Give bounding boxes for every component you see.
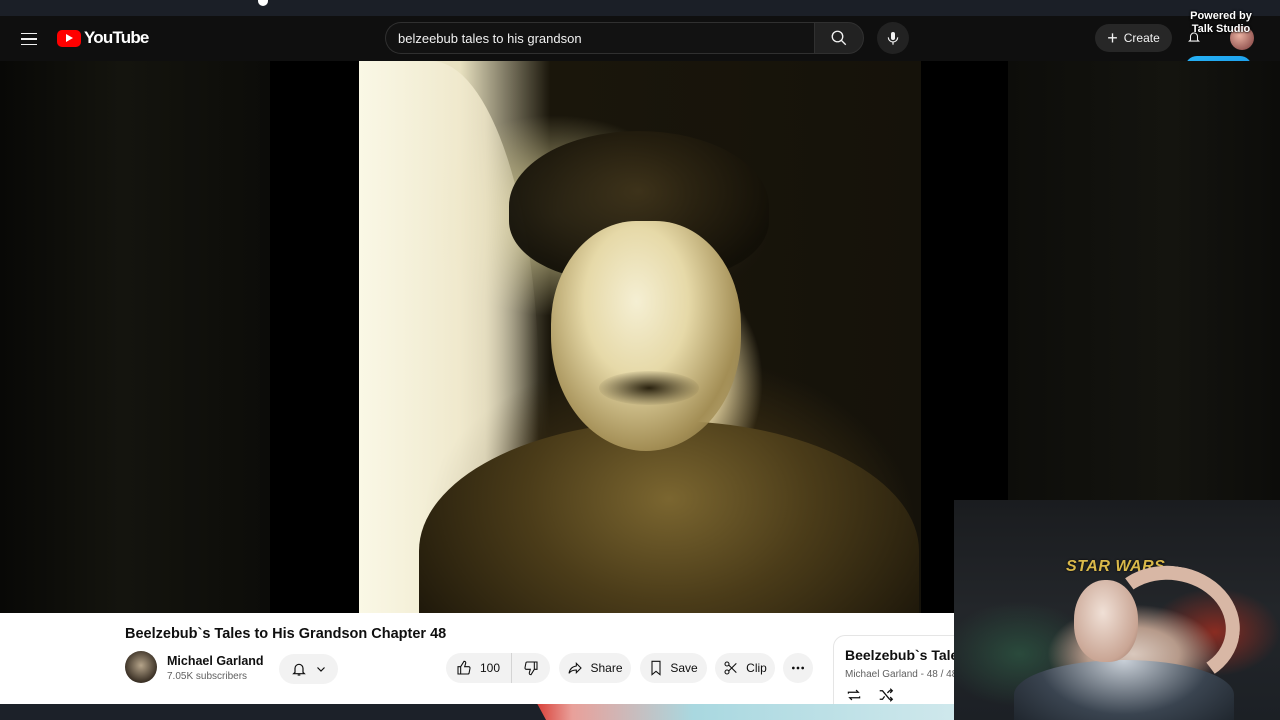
masthead: YouTube + Create <box>0 16 1280 61</box>
dislike-icon <box>524 661 538 676</box>
clip-button[interactable]: Clip <box>715 653 775 683</box>
more-icon <box>792 666 804 670</box>
webcam-overlay: STAR WARS <box>954 500 1280 720</box>
save-button[interactable]: Save <box>640 653 707 683</box>
save-icon <box>651 660 661 676</box>
like-button[interactable]: 100 <box>446 653 512 683</box>
share-button[interactable]: Share <box>559 653 631 683</box>
ambient-left <box>0 61 270 613</box>
cursor-dot <box>258 0 268 6</box>
clip-icon <box>724 661 737 675</box>
search-box[interactable] <box>385 22 815 54</box>
shuffle-icon[interactable] <box>877 688 895 702</box>
bell-icon <box>291 663 306 676</box>
video-frame[interactable] <box>359 61 921 613</box>
search-button[interactable] <box>814 22 864 54</box>
like-dislike-group: 100 <box>446 653 550 683</box>
like-icon <box>457 660 471 675</box>
dislike-button[interactable] <box>512 653 550 683</box>
search-icon <box>831 30 847 46</box>
more-actions-button[interactable] <box>783 653 813 683</box>
playlist-meta: Michael Garland - 48 / 48 <box>845 669 954 680</box>
logo-text: YouTube <box>84 28 149 47</box>
playlist-title[interactable]: Beelzebub`s Tales to His Grandson <box>845 647 954 663</box>
powered-by-overlay: Powered by Talk Studio <box>1186 10 1256 36</box>
loop-icon[interactable] <box>845 688 863 702</box>
channel-avatar[interactable] <box>125 651 157 683</box>
share-icon <box>568 662 583 674</box>
video-info: Beelzebub`s Tales to His Grandson Chapte… <box>0 613 954 707</box>
voice-search-button[interactable] <box>877 22 909 54</box>
ambient-right <box>1008 61 1280 501</box>
powered-line-2: Talk Studio <box>1191 23 1251 35</box>
youtube-play-icon <box>57 29 81 47</box>
like-count: 100 <box>480 661 501 675</box>
subscription-bell-button[interactable] <box>279 654 338 684</box>
frame-mustache <box>599 371 699 405</box>
plus-icon: + <box>1107 28 1118 48</box>
playlist-panel[interactable]: Beelzebub`s Tales to His Grandson Michae… <box>833 635 954 707</box>
youtube-logo[interactable]: YouTube <box>57 26 149 50</box>
save-label: Save <box>670 661 698 675</box>
menu-icon[interactable] <box>14 24 44 54</box>
webcam-head <box>1074 580 1138 662</box>
subscriber-count: 7.05K subscribers <box>167 671 248 682</box>
channel-name[interactable]: Michael Garland <box>167 654 264 668</box>
create-label: Create <box>1123 31 1160 45</box>
chevron-down-icon <box>316 667 325 672</box>
powered-line-1: Powered by <box>1190 10 1252 22</box>
create-button[interactable]: + Create <box>1095 24 1172 52</box>
search-input[interactable] <box>398 30 815 46</box>
clip-label: Clip <box>746 661 767 675</box>
bottom-accent <box>537 704 954 720</box>
playlist-controls <box>845 688 895 702</box>
mic-icon <box>887 32 899 45</box>
top-window-strip <box>0 0 1280 16</box>
share-label: Share <box>590 661 623 675</box>
video-title: Beelzebub`s Tales to His Grandson Chapte… <box>125 626 447 642</box>
frame-face <box>551 221 741 451</box>
